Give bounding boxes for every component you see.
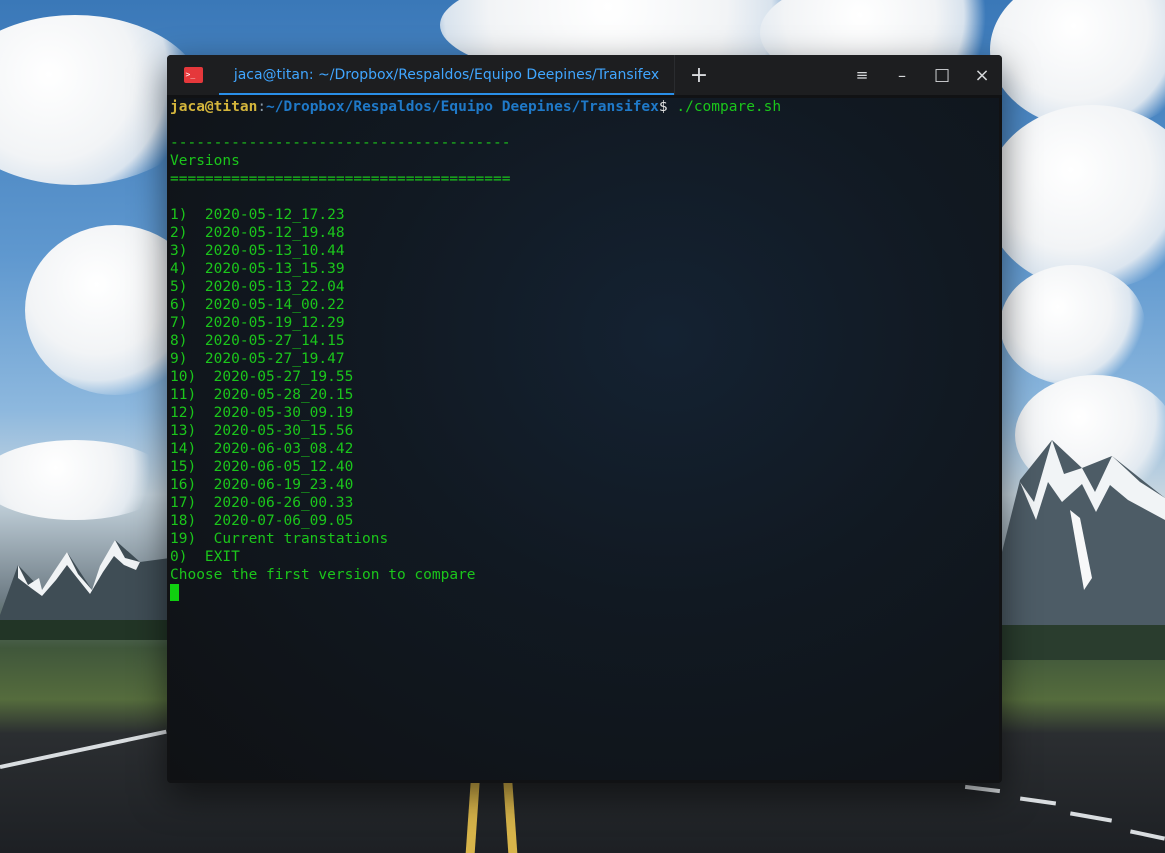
new-tab-button[interactable]: +: [674, 55, 723, 95]
version-option: 1) 2020-05-12_17.23: [170, 207, 345, 223]
close-icon: ×: [974, 64, 990, 86]
prompt-separator: :: [257, 99, 267, 115]
minimize-button[interactable]: –: [882, 55, 922, 95]
tab-title: jaca@titan: ~/Dropbox/Respaldos/Equipo D…: [233, 67, 660, 83]
maximize-button[interactable]: □: [922, 55, 962, 95]
version-option: 8) 2020-05-27_14.15: [170, 333, 345, 349]
separator-bottom: =======================================: [170, 171, 511, 187]
road-lane-mark: [1129, 829, 1165, 841]
road-lane-mark: [964, 784, 1001, 794]
terminal-app-icon: >_: [183, 67, 203, 83]
mountain-range-left: [0, 540, 170, 640]
version-option: 12) 2020-05-30_09.19: [170, 405, 354, 421]
prompt-path: ~/Dropbox/Respaldos/Equipo Deepines/Tran…: [266, 99, 659, 115]
prompt-symbol: $: [658, 99, 668, 115]
version-option: 11) 2020-05-28_20.15: [170, 387, 354, 403]
version-option: 2) 2020-05-12_19.48: [170, 225, 345, 241]
version-option: 4) 2020-05-13_15.39: [170, 261, 345, 277]
command-text: ./compare.sh: [668, 99, 782, 115]
titlebar-drag-area[interactable]: [723, 55, 842, 95]
version-option: 9) 2020-05-27_19.47: [170, 351, 345, 367]
cloud: [1000, 265, 1145, 385]
prompt-user: jaca@titan: [170, 99, 258, 115]
terminal-window[interactable]: >_ jaca@titan: ~/Dropbox/Respaldos/Equip…: [167, 55, 1002, 783]
version-option: 14) 2020-06-03_08.42: [170, 441, 354, 457]
version-option: 13) 2020-05-30_15.56: [170, 423, 354, 439]
title-bar[interactable]: >_ jaca@titan: ~/Dropbox/Respaldos/Equip…: [167, 55, 1002, 95]
version-option: 7) 2020-05-19_12.29: [170, 315, 345, 331]
version-option: 18) 2020-07-06_09.05: [170, 513, 354, 529]
terminal-tab[interactable]: jaca@titan: ~/Dropbox/Respaldos/Equipo D…: [219, 55, 674, 95]
input-line[interactable]: [170, 584, 999, 602]
road-lane-mark: [1019, 796, 1057, 806]
app-icon-container: >_: [167, 55, 219, 95]
version-option: 6) 2020-05-14_00.22: [170, 297, 345, 313]
exit-option: 0) EXIT: [170, 549, 240, 565]
mountain-range-right: [1000, 440, 1165, 660]
version-option: 5) 2020-05-13_22.04: [170, 279, 345, 295]
version-option: 10) 2020-05-27_19.55: [170, 369, 354, 385]
road-center-line: [465, 780, 480, 853]
version-option: 16) 2020-06-19_23.40: [170, 477, 354, 493]
plus-icon: +: [689, 62, 709, 88]
terminal-output[interactable]: jaca@titan:~/Dropbox/Respaldos/Equipo De…: [170, 98, 999, 780]
terminal-cursor[interactable]: [170, 584, 179, 601]
road-lane-mark: [1069, 811, 1113, 823]
maximize-icon: □: [933, 65, 951, 85]
command: ./compare.sh: [676, 99, 782, 115]
cloud: [985, 105, 1165, 290]
selection-prompt: Choose the first version to compare: [170, 567, 476, 583]
prompt-line: jaca@titan:~/Dropbox/Respaldos/Equipo De…: [170, 98, 999, 116]
road-lane-mark: [0, 729, 167, 769]
current-translations-option: 19) Current transtations: [170, 531, 389, 547]
version-option: 3) 2020-05-13_10.44: [170, 243, 345, 259]
close-button[interactable]: ×: [962, 55, 1002, 95]
version-option: 15) 2020-06-05_12.40: [170, 459, 354, 475]
menu-button[interactable]: ≡: [842, 55, 882, 95]
road-center-line: [503, 780, 518, 853]
minimize-icon: –: [898, 65, 906, 85]
menu-icon: ≡: [855, 66, 869, 84]
separator-top: ---------------------------------------: [170, 135, 511, 151]
version-option: 17) 2020-06-26_00.33: [170, 495, 354, 511]
versions-heading: Versions: [170, 153, 240, 169]
